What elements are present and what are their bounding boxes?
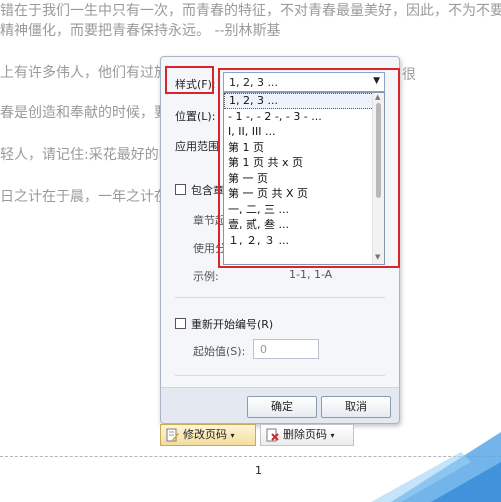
delete-page-number-button[interactable]: 删除页码 ▾ <box>260 424 354 446</box>
style-dropdown-list: 1, 2, 3 ... - 1 -, - 2 -, - 3 - ... I, I… <box>223 92 385 265</box>
use-separator-label: 使用分 <box>193 242 226 255</box>
divider <box>175 375 385 376</box>
ok-button[interactable]: 确定 <box>247 396 317 418</box>
restart-numbering-label: 重新开始编号(R) <box>191 318 274 331</box>
doc-line: 轻人，请记住:采花最好的时 <box>0 147 173 163</box>
dialog-footer: 确定 取消 <box>161 387 399 423</box>
doc-line: 春是创造和奉献的时候，要 <box>0 105 168 121</box>
corner-decoration-icon <box>371 432 501 502</box>
scroll-down-icon[interactable]: ▼ <box>375 253 380 261</box>
include-chapter-checkbox[interactable] <box>175 184 186 195</box>
dropdown-option[interactable]: 第 1 页 <box>224 140 384 156</box>
chevron-down-icon[interactable]: ▼ <box>373 76 380 86</box>
position-label: 位置(L): <box>175 110 216 123</box>
dropdown-option[interactable]: I, II, III ... <box>224 124 384 140</box>
doc-fragment: 很 <box>402 67 416 83</box>
example-label: 示例: <box>193 270 219 283</box>
style-select[interactable]: 1, 2, 3 ... ▼ <box>223 72 385 92</box>
doc-line: 错在于我们一生中只有一次，而青春的特征，不对青春最量美好，因此，不为不要 <box>0 3 501 19</box>
scrollbar-thumb[interactable] <box>376 103 381 198</box>
example-value: 1-1, 1-A <box>289 268 333 281</box>
start-value-label: 起始值(S): <box>193 345 246 358</box>
dropdown-scrollbar[interactable]: ▲ ▼ <box>372 93 384 264</box>
edit-page-icon <box>166 428 179 442</box>
dropdown-option[interactable]: １, ２, ３ ... <box>224 233 384 249</box>
doc-line: 日之计在于晨，一年之计在 <box>0 189 168 205</box>
dropdown-option[interactable]: 第 1 页 共 x 页 <box>224 155 384 171</box>
dropdown-option[interactable]: 壹, 贰, 叁 ... <box>224 217 384 233</box>
chapter-start-label: 章节起 <box>193 214 226 227</box>
scroll-up-icon[interactable]: ▲ <box>375 93 380 101</box>
edit-page-number-button[interactable]: 修改页码 ▾ <box>160 424 256 446</box>
page-number: 1 <box>255 464 262 477</box>
edit-page-number-label: 修改页码 <box>183 428 227 441</box>
dropdown-option[interactable]: 第 一 页 <box>224 171 384 187</box>
divider <box>175 297 385 298</box>
dropdown-option[interactable]: 一, 二, 三 ... <box>224 202 384 218</box>
start-value-input[interactable]: 0 <box>253 339 319 359</box>
dropdown-option[interactable]: 1, 2, 3 ... <box>224 93 384 109</box>
style-label: 样式(F): <box>175 78 216 91</box>
dropdown-option[interactable]: 第 一 页 共 X 页 <box>224 186 384 202</box>
chevron-down-icon: ▾ <box>230 431 235 440</box>
chevron-down-icon: ▾ <box>330 431 335 440</box>
doc-line: 精神僵化，而要把青春保持永远。 --别林斯基 <box>0 23 281 39</box>
doc-line: 上有许多伟人，他们有过旅 <box>0 65 168 81</box>
style-select-value: 1, 2, 3 ... <box>229 76 278 89</box>
include-chapter-label: 包含章 <box>191 184 224 197</box>
page-number-dialog: 样式(F): 1, 2, 3 ... ▼ 位置(L): 应用范围 包含章 章节起… <box>160 56 400 424</box>
delete-page-number-label: 删除页码 <box>283 428 327 441</box>
delete-page-icon <box>266 428 279 442</box>
dropdown-option[interactable]: - 1 -, - 2 -, - 3 - ... <box>224 109 384 125</box>
apply-range-label: 应用范围 <box>175 140 219 153</box>
restart-numbering-checkbox[interactable] <box>175 318 186 329</box>
